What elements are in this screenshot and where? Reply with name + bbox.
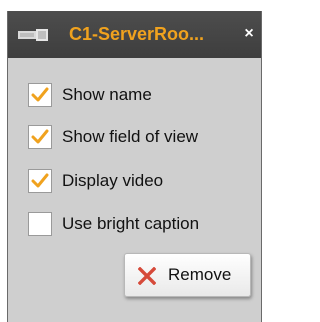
remove-button[interactable]: Remove [124, 253, 251, 297]
camera-icon [18, 29, 48, 41]
checkbox-show-name[interactable] [28, 83, 52, 107]
option-show-name[interactable]: Show name [28, 83, 152, 107]
option-label: Use bright caption [62, 214, 200, 233]
option-label: Show name [62, 85, 152, 104]
panel-titlebar: C1-ServerRoo... × [8, 11, 261, 58]
checkbox-show-field-of-view[interactable] [28, 125, 52, 149]
checkmark-icon [31, 87, 49, 102]
checkbox-display-video[interactable] [28, 169, 52, 193]
remove-button-label: Remove [168, 265, 232, 284]
option-display-video[interactable]: Display video [28, 169, 163, 193]
checkmark-icon [31, 173, 49, 188]
x-icon [138, 267, 156, 285]
checkbox-use-bright-caption[interactable] [28, 212, 52, 236]
checkmark-icon [31, 129, 49, 144]
option-use-bright-caption[interactable]: Use bright caption [28, 212, 199, 236]
option-show-field-of-view[interactable]: Show field of view [28, 125, 198, 149]
camera-properties-panel: C1-ServerRoo... × Show name Show field o… [7, 11, 262, 322]
option-label: Show field of view [62, 127, 199, 146]
panel-title: C1-ServerRoo... [69, 24, 205, 44]
option-label: Display video [62, 171, 164, 190]
close-icon[interactable]: × [242, 25, 256, 43]
